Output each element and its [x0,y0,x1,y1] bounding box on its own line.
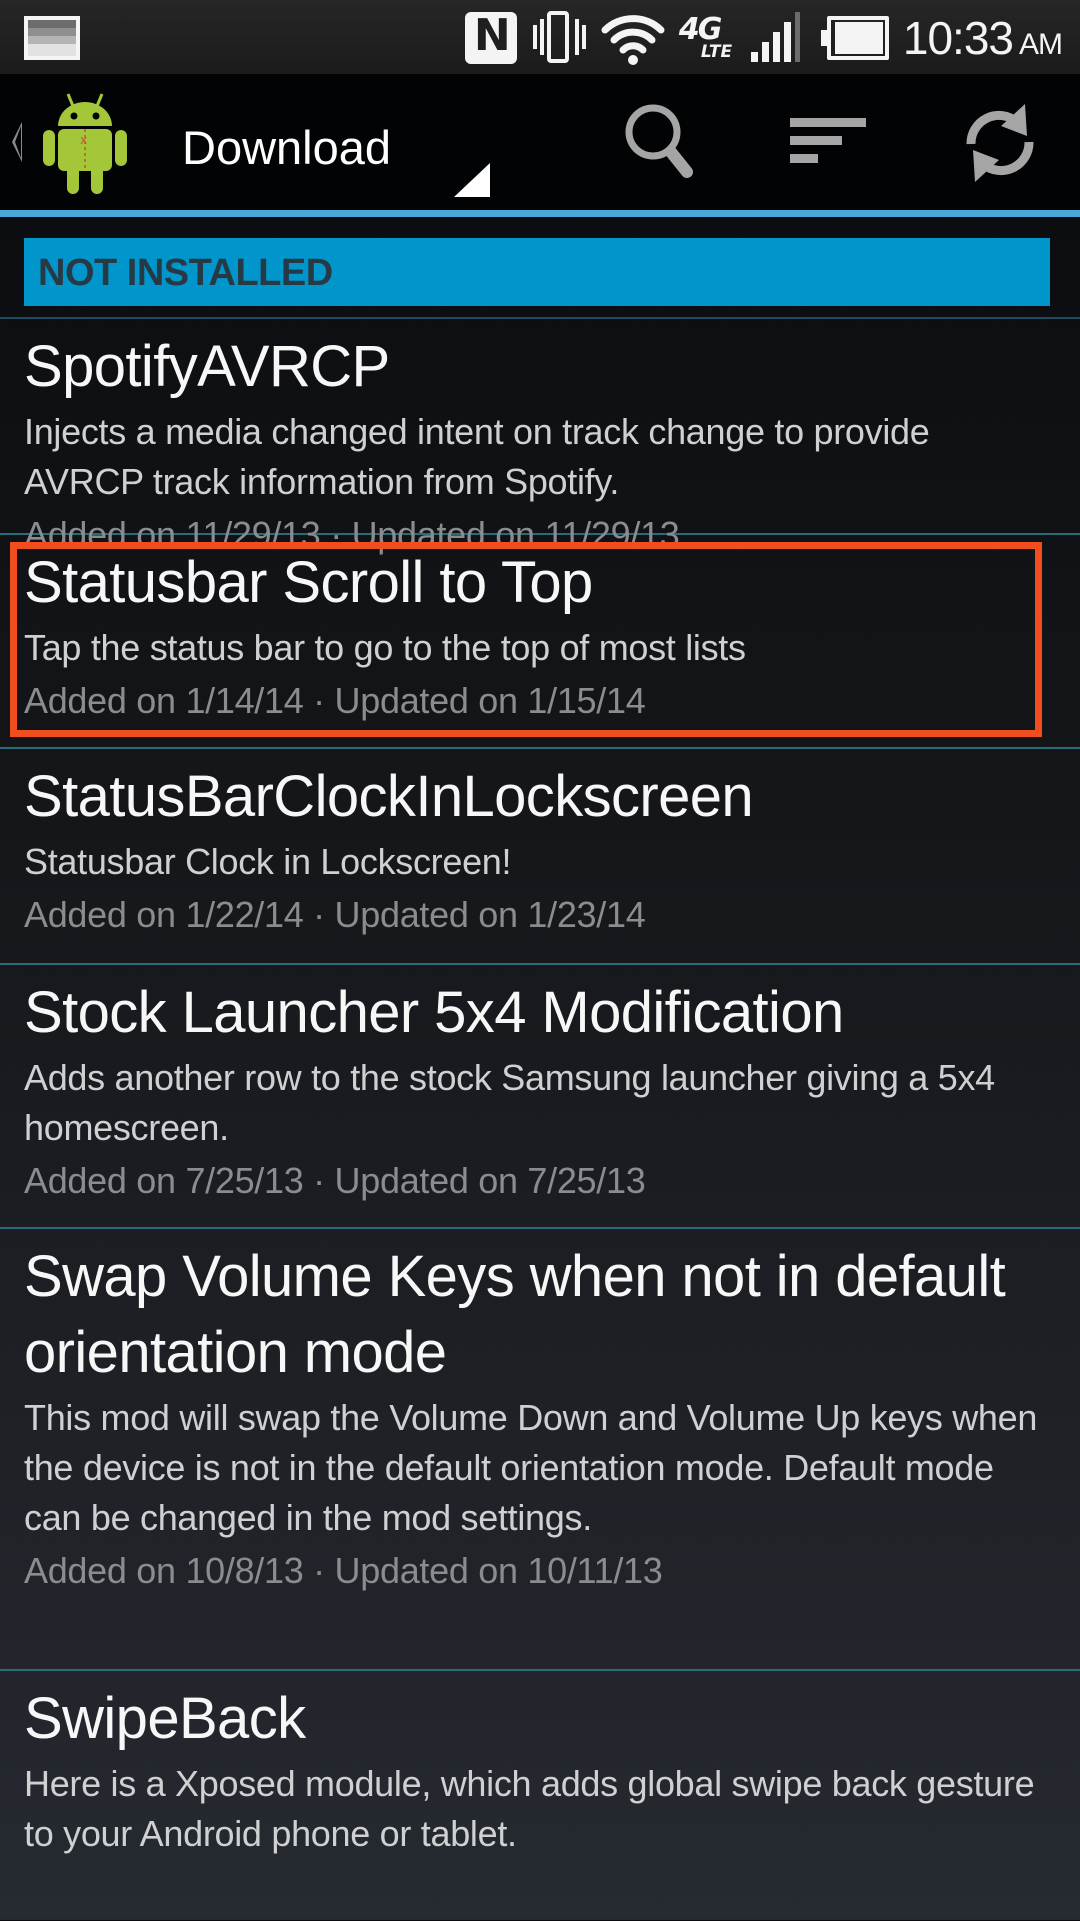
sort-icon [790,118,866,163]
vibrate-icon [531,9,587,67]
module-list[interactable]: NOT INSTALLED SpotifyAVRCP Injects a med… [0,217,1080,1921]
module-name: Stock Launcher 5x4 Modification [24,980,844,1045]
list-item[interactable]: Statusbar Scroll to Top Tap the status b… [0,535,1080,749]
sort-button[interactable] [762,74,892,212]
network-subtype-label: LTE [700,42,733,62]
android-robot-icon: x [40,92,130,196]
list-item[interactable]: SpotifyAVRCP Injects a media changed int… [0,319,1080,555]
status-bar: N 4G LTE 10:33 AM [0,0,1080,74]
module-name: Statusbar Scroll to Top [24,550,593,615]
section-header-container: NOT INSTALLED [0,217,1080,319]
module-description: Adds another row to the stock Samsung la… [24,1057,995,1148]
4g-lte-icon: 4G LTE [679,10,735,66]
nfc-icon: N [464,10,517,64]
section-header: NOT INSTALLED [24,238,1050,306]
refresh-icon [966,104,1034,182]
list-item[interactable]: SwipeBack Here is a Xposed module, which… [0,1671,1080,1921]
dropdown-indicator-icon [454,163,490,197]
refresh-button[interactable] [935,74,1065,212]
chevron-left-icon [12,122,22,162]
module-description: Statusbar Clock in Lockscreen! [24,841,512,882]
category-title: Download [182,121,392,174]
module-name: SpotifyAVRCP [24,334,390,399]
search-button[interactable] [595,74,725,212]
module-dates: Added on 10/8/13 · Updated on 10/11/13 [24,1550,663,1591]
clock-ampm: AM [1019,28,1063,61]
up-navigation-button[interactable]: x [0,74,140,212]
screenshot-notification-icon [24,16,80,60]
clock: 10:33 AM [902,11,1063,65]
search-icon [625,104,693,178]
svg-text:x: x [80,133,87,147]
module-name: SwipeBack [24,1686,306,1751]
clock-time: 10:33 [902,12,1014,64]
module-description: Tap the status bar to go to the top of m… [24,627,746,668]
action-bar-divider [0,210,1080,217]
category-spinner[interactable]: Download [150,74,490,212]
list-item[interactable]: Stock Launcher 5x4 Modification Adds ano… [0,965,1080,1229]
signal-icon [749,12,807,64]
module-description: This mod will swap the Volume Down and V… [24,1397,1038,1538]
module-description: Injects a media changed intent on track … [24,411,930,502]
battery-icon [820,16,889,60]
list-item[interactable]: StatusBarClockInLockscreen Statusbar Clo… [0,749,1080,965]
module-dates: Added on 1/14/14 · Updated on 1/15/14 [24,680,646,721]
module-name: Swap Volume Keys when not in default ori… [24,1244,1021,1385]
module-dates: Added on 7/25/13 · Updated on 7/25/13 [24,1160,646,1201]
module-description: Here is a Xposed module, which adds glob… [24,1763,1035,1854]
nfc-label: N [473,10,511,61]
wifi-icon [601,10,665,66]
list-item[interactable]: Swap Volume Keys when not in default ori… [0,1229,1080,1671]
action-bar: x Download [0,74,1080,212]
section-header-label: NOT INSTALLED [38,252,333,294]
module-dates: Added on 1/22/14 · Updated on 1/23/14 [24,894,646,935]
module-name: StatusBarClockInLockscreen [24,764,754,829]
